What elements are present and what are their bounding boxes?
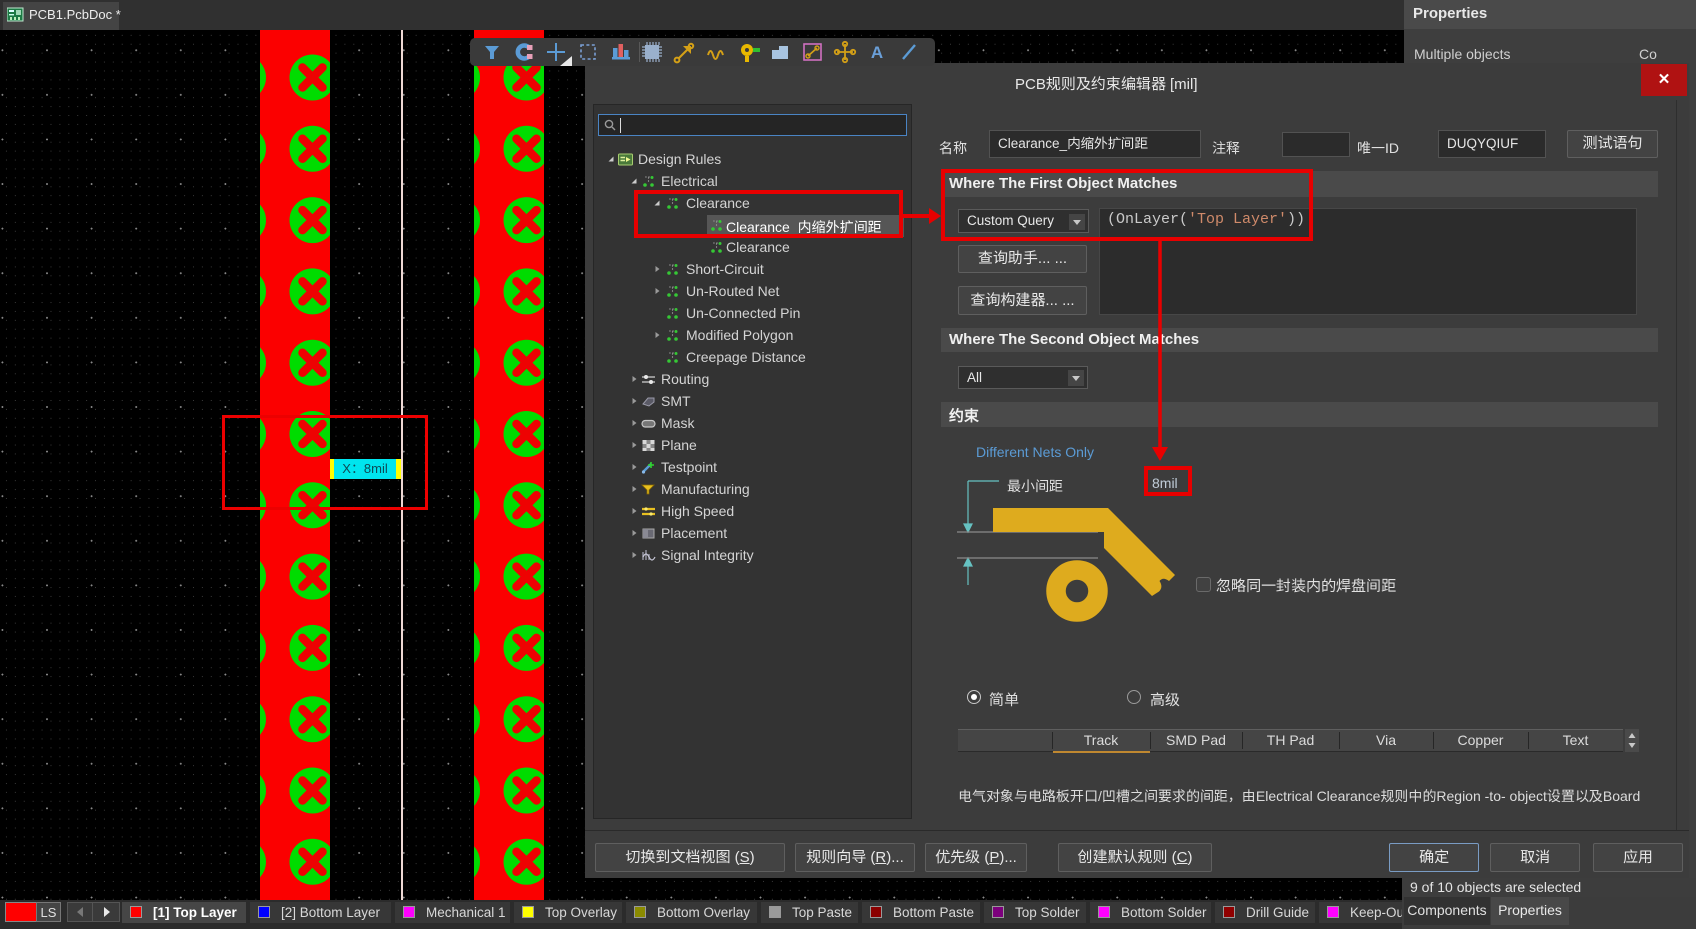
svg-text:A: A [871, 43, 883, 62]
